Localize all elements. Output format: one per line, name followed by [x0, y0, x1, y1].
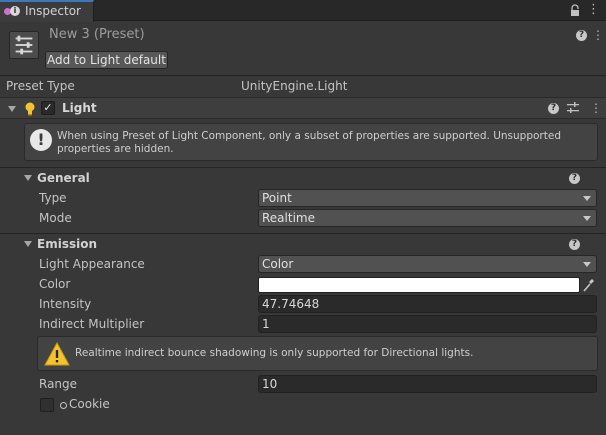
range-label: Range	[39, 377, 78, 391]
help-icon[interactable]: ?	[569, 173, 580, 184]
cookie-label: Cookie	[69, 397, 110, 411]
light-appearance-dropdown[interactable]: Color	[258, 255, 597, 273]
info-icon: !	[30, 129, 52, 151]
intensity-field[interactable]: 47.74648	[258, 295, 597, 313]
mode-dropdown[interactable]: Realtime	[258, 209, 597, 227]
info-icon: i	[10, 6, 20, 16]
preset-title: New 3 (Preset)	[49, 27, 145, 42]
preset-type-label: Preset Type	[6, 79, 75, 93]
eyedropper-icon[interactable]	[582, 277, 596, 293]
foldout-arrow-icon[interactable]	[8, 106, 16, 112]
indirect-multiplier-field[interactable]: 1	[258, 315, 597, 333]
range-field[interactable]: 10	[258, 375, 597, 393]
info-helpbox: ! When using Preset of Light Component, …	[24, 123, 598, 161]
kebab-menu-icon[interactable]: ⋮	[592, 28, 604, 42]
help-icon[interactable]: ?	[576, 30, 587, 41]
kebab-menu-icon[interactable]: ⋮	[590, 101, 602, 115]
section-title-general[interactable]: General	[37, 171, 90, 185]
divider	[0, 167, 606, 168]
component-enabled-checkbox[interactable]: ✓	[41, 101, 55, 115]
cookie-override-checkbox[interactable]	[40, 398, 54, 412]
preset-type-value: UnityEngine.Light	[241, 79, 348, 93]
type-label: Type	[39, 191, 67, 205]
object-picker-icon[interactable]	[60, 402, 67, 409]
mode-label: Mode	[39, 211, 72, 225]
intensity-value: 47.74648	[262, 297, 320, 311]
light-bulb-icon	[25, 102, 35, 116]
foldout-arrow-icon[interactable]	[24, 175, 32, 181]
foldout-arrow-icon[interactable]	[24, 241, 32, 247]
warning-icon	[44, 342, 70, 366]
info-message: When using Preset of Light Component, on…	[57, 130, 561, 155]
warning-message: Realtime indirect bounce shadowing is on…	[75, 347, 474, 359]
kebab-menu-icon[interactable]: ⋮	[587, 3, 600, 17]
chevron-down-icon	[583, 196, 591, 201]
type-dropdown[interactable]: Point	[258, 189, 597, 207]
add-to-default-button[interactable]: Add to Light default	[45, 51, 168, 69]
help-icon[interactable]: ?	[548, 103, 559, 114]
mode-value: Realtime	[262, 211, 315, 225]
warning-helpbox: Realtime indirect bounce shadowing is on…	[37, 336, 598, 371]
component-header-light[interactable]: ✓ Light ? ⋮	[0, 97, 606, 119]
range-value: 10	[262, 377, 278, 391]
preset-icon	[9, 31, 39, 59]
tab-inspector[interactable]: i Inspector	[0, 0, 94, 22]
light-appearance-value: Color	[262, 257, 294, 271]
intensity-label: Intensity	[39, 297, 92, 311]
tab-bar: i Inspector ⋮	[0, 0, 606, 22]
chevron-down-icon	[583, 216, 591, 221]
color-label: Color	[39, 277, 71, 291]
light-appearance-label: Light Appearance	[39, 257, 145, 271]
indirect-multiplier-value: 1	[262, 317, 270, 331]
component-title: Light	[62, 101, 97, 115]
preset-settings-icon[interactable]	[567, 102, 579, 114]
section-title-emission[interactable]: Emission	[37, 237, 97, 251]
indirect-multiplier-label: Indirect Multiplier	[39, 317, 145, 331]
help-icon[interactable]: ?	[569, 239, 580, 250]
tab-label: Inspector	[25, 4, 81, 18]
divider	[0, 233, 606, 234]
chevron-down-icon	[583, 262, 591, 267]
type-value: Point	[262, 191, 292, 205]
color-field[interactable]	[258, 277, 580, 293]
lock-icon[interactable]	[569, 4, 581, 17]
divider	[0, 75, 606, 76]
